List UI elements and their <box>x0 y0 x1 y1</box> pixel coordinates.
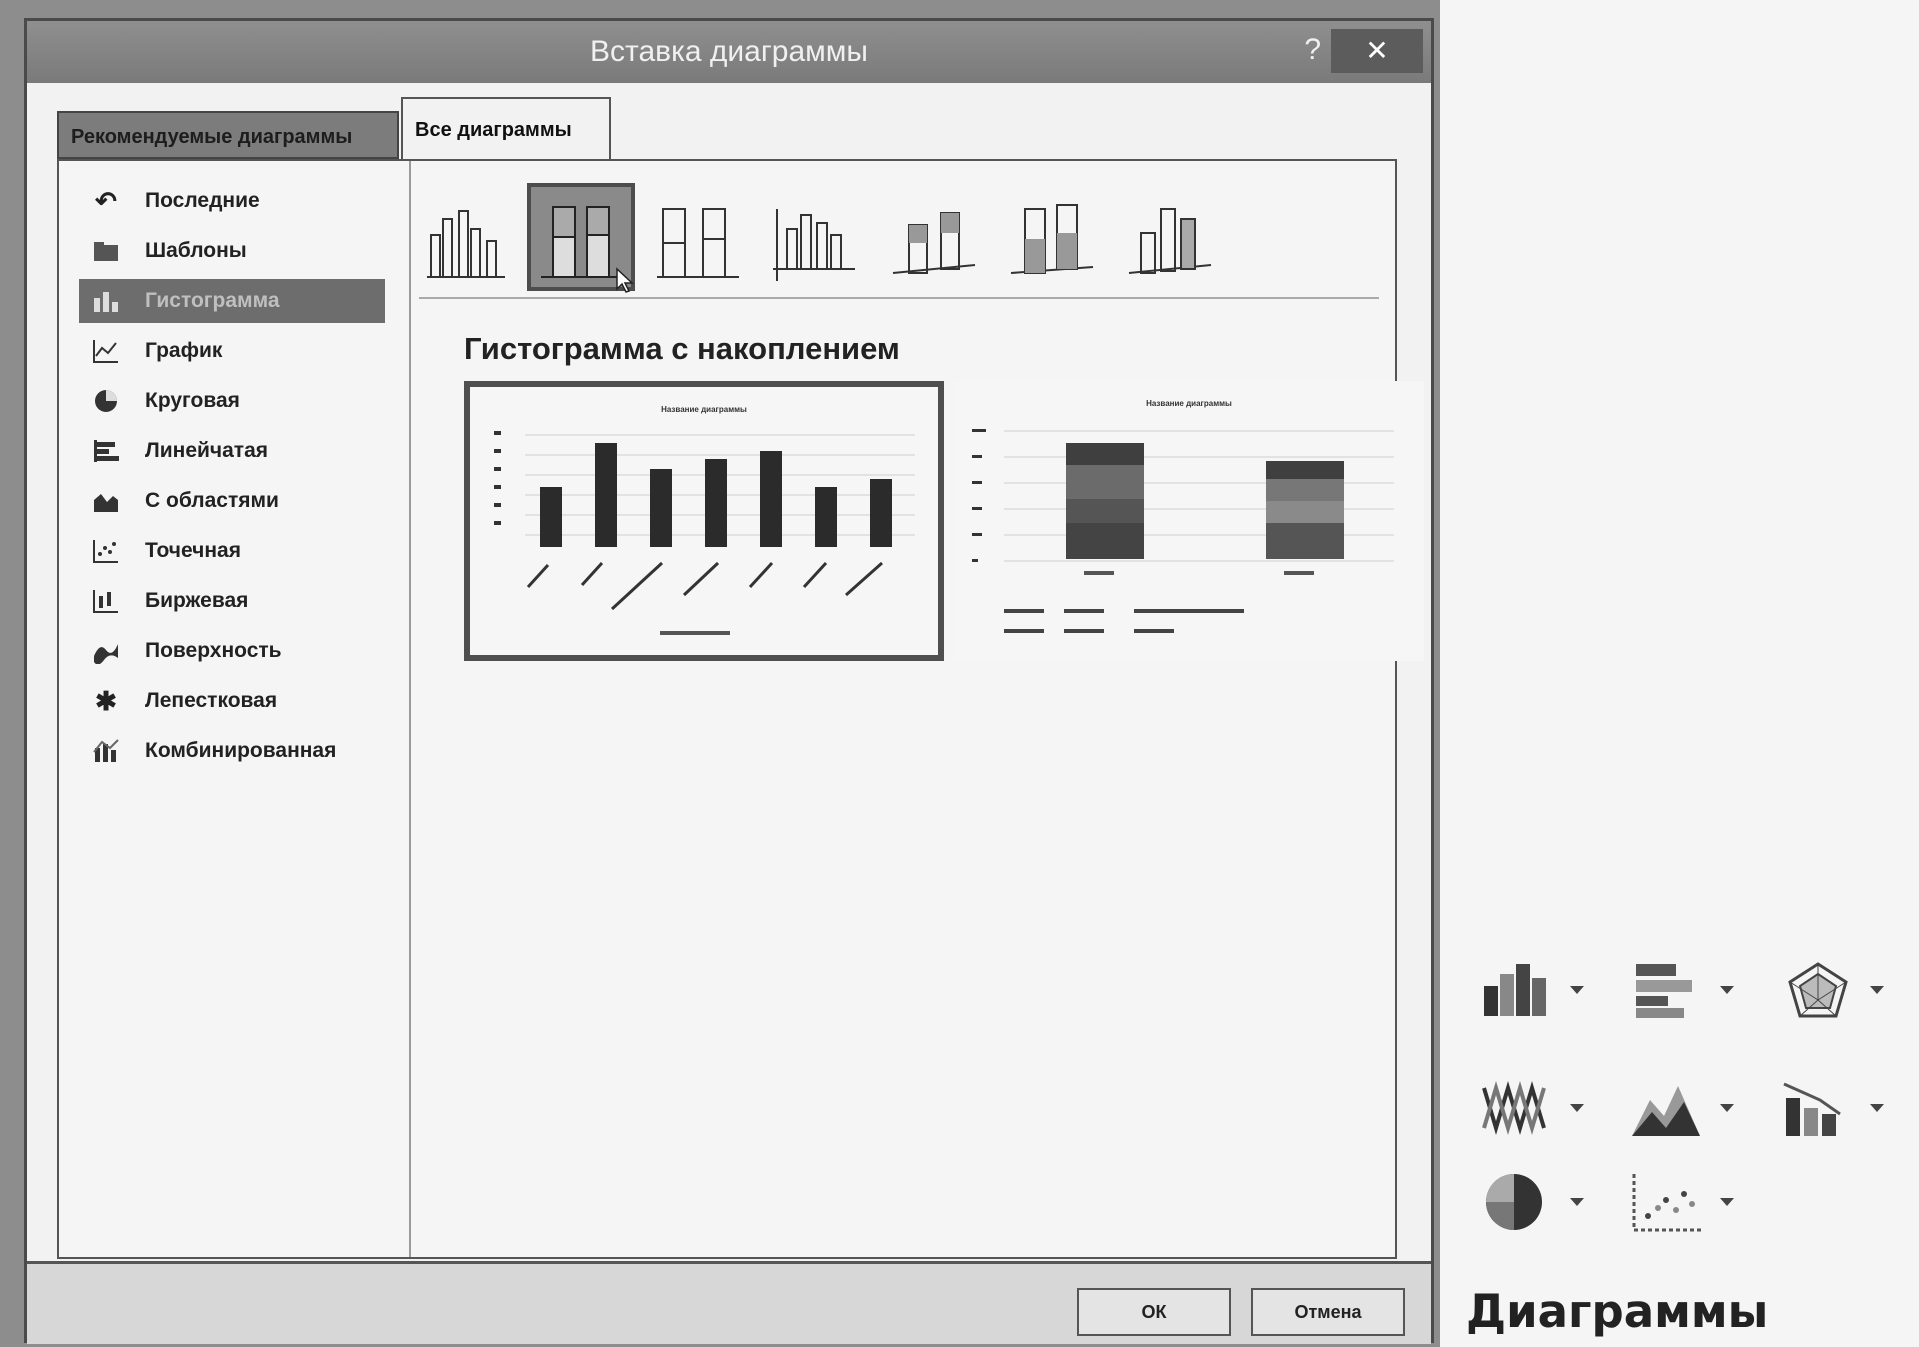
insert-pie-chart-button[interactable] <box>1480 1162 1630 1242</box>
scatter-chart-icon <box>89 534 123 568</box>
subtype-3d-stacked-column[interactable] <box>889 189 983 283</box>
insert-chart-dialog: Вставка диаграммы ? ✕ Рекомендуемые диаг… <box>24 18 1434 1344</box>
preview-chart-1[interactable]: Название диаграммы <box>464 381 944 661</box>
chevron-down-icon <box>1720 986 1734 994</box>
chevron-down-icon <box>1720 1198 1734 1206</box>
category-label: Последние <box>145 189 260 212</box>
folder-icon <box>89 234 123 268</box>
category-label: Поверхность <box>145 639 282 662</box>
chevron-down-icon <box>1870 1104 1884 1112</box>
charts-group-label: Диаграммы <box>1466 1285 1769 1338</box>
help-button[interactable]: ? <box>1304 33 1321 67</box>
category-label: Линейчатая <box>145 439 269 462</box>
insert-area-chart-button[interactable] <box>1630 1068 1780 1148</box>
charts-ribbon-group: Диаграммы <box>1440 0 1919 1347</box>
category-label: Круговая <box>145 389 240 412</box>
surface-chart-icon <box>89 634 123 668</box>
category-combo[interactable]: Комбинированная <box>79 729 385 773</box>
category-radar[interactable]: ✱ Лепестковая <box>79 679 385 723</box>
category-bar[interactable]: Линейчатая <box>79 429 385 473</box>
area-chart-icon <box>1632 1086 1700 1136</box>
dialog-content: ↶ Последние Шаблоны Гистограмма График К… <box>57 159 1424 1259</box>
bar-chart-icon <box>89 434 123 468</box>
chevron-down-icon <box>1870 986 1884 994</box>
stock-chart-icon <box>89 584 123 618</box>
line-chart-icon <box>1482 1081 1546 1135</box>
preview-chart-2-graphic <box>972 429 1394 633</box>
category-surface[interactable]: Поверхность <box>79 629 385 673</box>
line-chart-icon <box>89 334 123 368</box>
pie-chart-icon <box>89 384 123 418</box>
chevron-down-icon <box>1720 1104 1734 1112</box>
category-pie[interactable]: Круговая <box>79 379 385 423</box>
category-label: С областями <box>145 489 279 512</box>
bar-chart-icon <box>1636 964 1692 1018</box>
category-label: Комбинированная <box>145 739 337 762</box>
category-templates[interactable]: Шаблоны <box>79 229 385 273</box>
category-label: Точечная <box>145 539 241 562</box>
column-chart-icon <box>1484 964 1546 1016</box>
dialog-titlebar: Вставка диаграммы ? ✕ <box>27 21 1431 83</box>
insert-combo-chart-button[interactable] <box>1780 1068 1919 1148</box>
chart-subtype-name: Гистограмма с накоплением <box>464 331 900 366</box>
dialog-title: Вставка диаграммы <box>590 35 868 68</box>
category-label: Биржевая <box>145 589 249 612</box>
chevron-down-icon <box>1570 986 1584 994</box>
subtype-100-stacked-column[interactable] <box>651 189 745 283</box>
column-chart-icon <box>89 284 123 318</box>
undo-icon: ↶ <box>95 185 117 216</box>
scatter-chart-icon <box>1632 1174 1702 1232</box>
subtype-3d-clustered-column[interactable] <box>769 189 863 283</box>
insert-bar-chart-button[interactable] <box>1630 950 1780 1030</box>
subtype-3d-column[interactable] <box>1125 189 1219 283</box>
subtype-3d-100-stacked-column[interactable] <box>1007 189 1101 283</box>
mouse-cursor-icon <box>615 267 637 298</box>
category-column[interactable]: Гистограмма <box>79 279 385 323</box>
pie-chart-icon <box>1486 1174 1542 1230</box>
preview-chart-2[interactable]: Название диаграммы <box>954 381 1424 661</box>
category-recent[interactable]: ↶ Последние <box>79 179 385 223</box>
category-area[interactable]: С областями <box>79 479 385 523</box>
radar-chart-icon: ✱ <box>95 685 117 716</box>
tab-recommended-charts[interactable]: Рекомендуемые диаграммы <box>57 111 399 159</box>
dialog-footer: ОК Отмена <box>27 1261 1431 1344</box>
area-chart-icon <box>89 484 123 518</box>
insert-column-chart-button[interactable] <box>1480 950 1630 1030</box>
category-line[interactable]: График <box>79 329 385 373</box>
preview-chart-1-graphic <box>494 431 915 635</box>
cancel-button[interactable]: Отмена <box>1251 1288 1405 1336</box>
radar-chart-icon <box>1788 962 1848 1018</box>
close-button[interactable]: ✕ <box>1331 29 1423 73</box>
chevron-down-icon <box>1570 1198 1584 1206</box>
category-stock[interactable]: Биржевая <box>79 579 385 623</box>
insert-radar-chart-button[interactable] <box>1780 950 1919 1030</box>
category-label: Шаблоны <box>145 239 247 262</box>
category-label: Гистограмма <box>145 289 280 312</box>
chart-category-list: ↶ Последние Шаблоны Гистограмма График К… <box>59 161 411 1257</box>
combo-chart-icon <box>1783 1082 1841 1136</box>
category-label: График <box>145 339 223 362</box>
chart-subtype-gallery <box>419 171 1379 299</box>
category-scatter[interactable]: Точечная <box>79 529 385 573</box>
chevron-down-icon <box>1570 1104 1584 1112</box>
subtype-clustered-column[interactable] <box>419 189 513 283</box>
ok-button[interactable]: ОК <box>1077 1288 1231 1336</box>
insert-line-chart-button[interactable] <box>1480 1068 1630 1148</box>
combo-chart-icon <box>89 734 123 768</box>
tab-all-charts[interactable]: Все диаграммы <box>401 97 611 159</box>
insert-scatter-chart-button[interactable] <box>1630 1162 1780 1242</box>
category-label: Лепестковая <box>145 689 278 712</box>
